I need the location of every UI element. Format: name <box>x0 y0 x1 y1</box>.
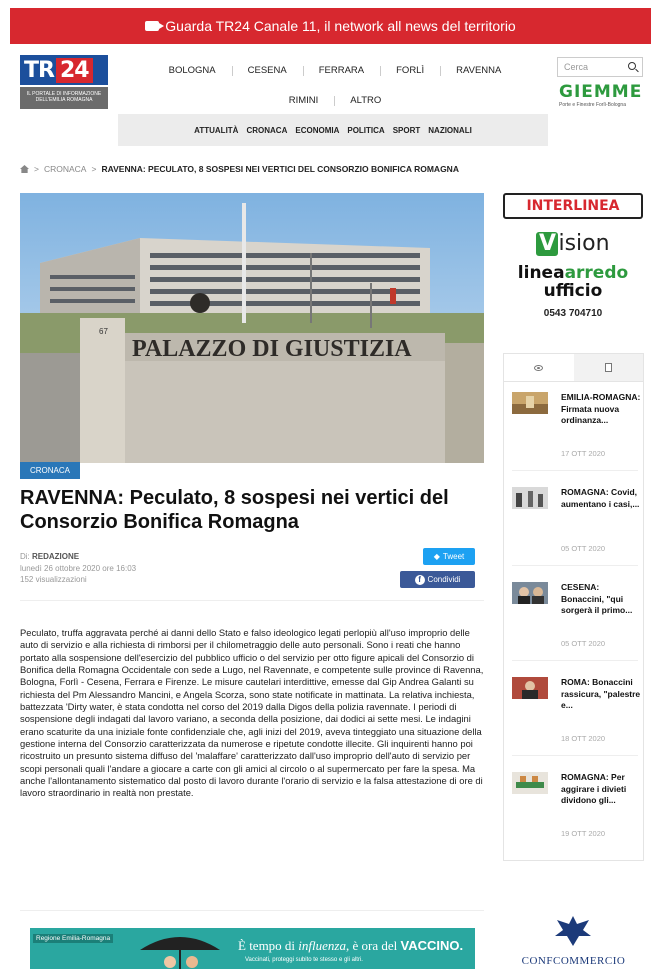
nav-rimini[interactable]: RIMINI <box>273 95 335 106</box>
news-title[interactable]: ROMAGNA: Covid, aumentano i casi,... <box>561 487 641 510</box>
nav-attualita[interactable]: ATTUALITÀ <box>194 126 238 135</box>
interlinea-logo: INTERLINEA <box>503 193 643 219</box>
share-label: Condividi <box>427 575 461 584</box>
nav-sport[interactable]: SPORT <box>393 126 421 135</box>
logo-tagline: IL PORTALE DI INFORMAZIONE DELL'EMILIA R… <box>20 87 108 109</box>
umbrella-illustration <box>140 937 220 969</box>
nav-ferrara[interactable]: FERRARA <box>302 65 380 76</box>
nav-ravenna[interactable]: RAVENNA <box>440 65 517 76</box>
nav-cronaca[interactable]: CRONACA <box>246 126 287 135</box>
ufficio-word: ufficio <box>543 281 603 301</box>
article-meta: Di: REDAZIONE lunedì 26 ottobre 2020 ore… <box>20 551 136 586</box>
headline-part: VACCINO. <box>400 938 464 953</box>
news-thumbnail <box>512 677 548 699</box>
news-title[interactable]: ROMA: Bonaccini rassicura, "palestre e..… <box>561 677 641 712</box>
nav-nazionali[interactable]: NAZIONALI <box>428 126 472 135</box>
tweet-button[interactable]: ◆ Tweet <box>423 548 475 565</box>
news-thumbnail <box>512 582 548 604</box>
divider <box>512 565 638 566</box>
confcommercio-ad[interactable]: CONFCOMMERCIO <box>503 912 644 969</box>
news-date: 19 OTT 2020 <box>561 829 606 838</box>
eye-icon <box>534 364 544 371</box>
hero-sign-text: PALAZZO DI GIUSTIZIA <box>132 336 412 362</box>
home-icon[interactable] <box>20 165 29 173</box>
breadcrumb-current: RAVENNA: PECULATO, 8 SOSPESI NEI VERTICI… <box>101 164 459 174</box>
publish-date: lunedì 26 ottobre 2020 ore 16:03 <box>20 563 137 573</box>
city-nav: BOLOGNA CESENA FERRARA FORLÌ RAVENNA RIM… <box>150 58 520 112</box>
live-tv-banner-text: Guarda TR24 Canale 11, il network all ne… <box>165 18 516 34</box>
tweet-label: Tweet <box>442 552 465 561</box>
author-name: REDAZIONE <box>32 552 80 561</box>
news-date: 05 OTT 2020 <box>561 639 606 648</box>
news-title[interactable]: EMILIA-ROMAGNA: Firmata nuova ordinanza.… <box>561 392 641 427</box>
headline-part: , è ora del <box>345 938 401 953</box>
vision-logo: Vision <box>503 231 643 256</box>
facebook-icon: f <box>414 574 425 585</box>
news-date: 18 OTT 2020 <box>561 734 606 743</box>
live-tv-banner[interactable]: Guarda TR24 Canale 11, il network all ne… <box>10 8 651 44</box>
logo-tr: TR <box>24 57 55 83</box>
divider <box>20 910 484 911</box>
arredo-word: arredo <box>564 263 629 283</box>
divider <box>512 470 638 471</box>
banner-headline: È tempo di influenza, è ora del VACCINO. <box>238 938 463 954</box>
news-date: 17 OTT 2020 <box>561 449 606 458</box>
news-thumbnail <box>512 487 548 509</box>
divider <box>20 600 484 601</box>
breadcrumb: > CRONACA > RAVENNA: PECULATO, 8 SOSPESI… <box>20 164 459 174</box>
twitter-icon: ◆ <box>433 552 440 561</box>
interlinea-ad[interactable]: INTERLINEA Vision lineaarredo ufficio 05… <box>503 193 643 343</box>
nav-altro[interactable]: ALTRO <box>334 95 397 106</box>
giemme-tagline: Porte e Finestre Forlì-Bologna <box>559 102 626 108</box>
nav-forli[interactable]: FORLÌ <box>380 65 440 76</box>
ad-phone: 0543 704710 <box>543 308 603 319</box>
author-prefix: Di: <box>20 552 32 561</box>
confcommercio-logo: CONFCOMMERCIO <box>521 955 626 967</box>
headline-part: influenza <box>298 938 346 953</box>
hero-building-number: 67 <box>99 327 108 336</box>
divider <box>512 755 638 756</box>
document-icon <box>604 363 612 372</box>
logo-24: 24 <box>55 57 93 83</box>
vaccine-campaign-banner[interactable]: Regione Emilia-Romagna È tempo di influe… <box>30 928 475 969</box>
giemme-sponsor-ad[interactable]: GIEMME Porte e Finestre Forlì-Bologna <box>559 82 645 108</box>
search-placeholder: Cerca <box>564 62 589 72</box>
nav-politica[interactable]: POLITICA <box>347 126 384 135</box>
divider <box>512 660 638 661</box>
news-thumbnail <box>512 392 548 414</box>
article-body: Peculato, truffa aggravata perché ai dan… <box>20 627 484 799</box>
category-nav: ATTUALITÀ CRONACA ECONOMIA POLITICA SPOR… <box>118 114 548 146</box>
vision-v: V <box>536 232 559 256</box>
view-count: 152 visualizzazioni <box>20 575 87 584</box>
breadcrumb-section[interactable]: CRONACA <box>44 164 87 174</box>
search-icon[interactable] <box>628 62 636 70</box>
article-hero-image: PALAZZO DI GIUSTIZIA 67 <box>20 193 484 463</box>
search-input[interactable]: Cerca <box>557 57 643 77</box>
news-title[interactable]: ROMAGNA: Per aggirare i divieti dividono… <box>561 772 641 807</box>
sidebar-news-widget: EMILIA-ROMAGNA: Firmata nuova ordinanza.… <box>503 353 644 861</box>
video-camera-icon <box>145 21 165 31</box>
region-logo: Regione Emilia-Romagna <box>33 934 114 943</box>
nav-cesena[interactable]: CESENA <box>231 65 303 76</box>
site-logo[interactable]: TR 24 IL PORTALE DI INFORMAZIONE DELL'EMI… <box>20 55 108 109</box>
linea-word: linea <box>517 263 565 283</box>
nav-bologna[interactable]: BOLOGNA <box>153 65 232 76</box>
category-badge[interactable]: CRONACA <box>20 462 81 479</box>
facebook-share-button[interactable]: f Condividi <box>400 571 475 588</box>
linea-arredo-logo: lineaarredo ufficio <box>503 264 643 300</box>
news-thumbnail <box>512 772 548 794</box>
headline-part: È tempo di <box>238 938 299 953</box>
eagle-icon <box>555 916 591 946</box>
breadcrumb-sep-icon: > <box>91 164 97 174</box>
news-date: 05 OTT 2020 <box>561 544 606 553</box>
banner-subtext: Vaccinati, proteggi subito te stesso e g… <box>245 957 363 963</box>
nav-economia[interactable]: ECONOMIA <box>295 126 339 135</box>
breadcrumb-sep-icon: > <box>34 164 39 174</box>
news-title[interactable]: CESENA: Bonaccini, "qui sorgerà il primo… <box>561 582 641 617</box>
tab-most-viewed[interactable] <box>504 354 574 382</box>
vision-text: ision <box>558 231 610 256</box>
tab-latest[interactable] <box>573 354 643 382</box>
article-title: RAVENNA: Peculato, 8 sospesi nei vertici… <box>20 487 449 533</box>
giemme-logo: GIEMME <box>559 82 643 102</box>
